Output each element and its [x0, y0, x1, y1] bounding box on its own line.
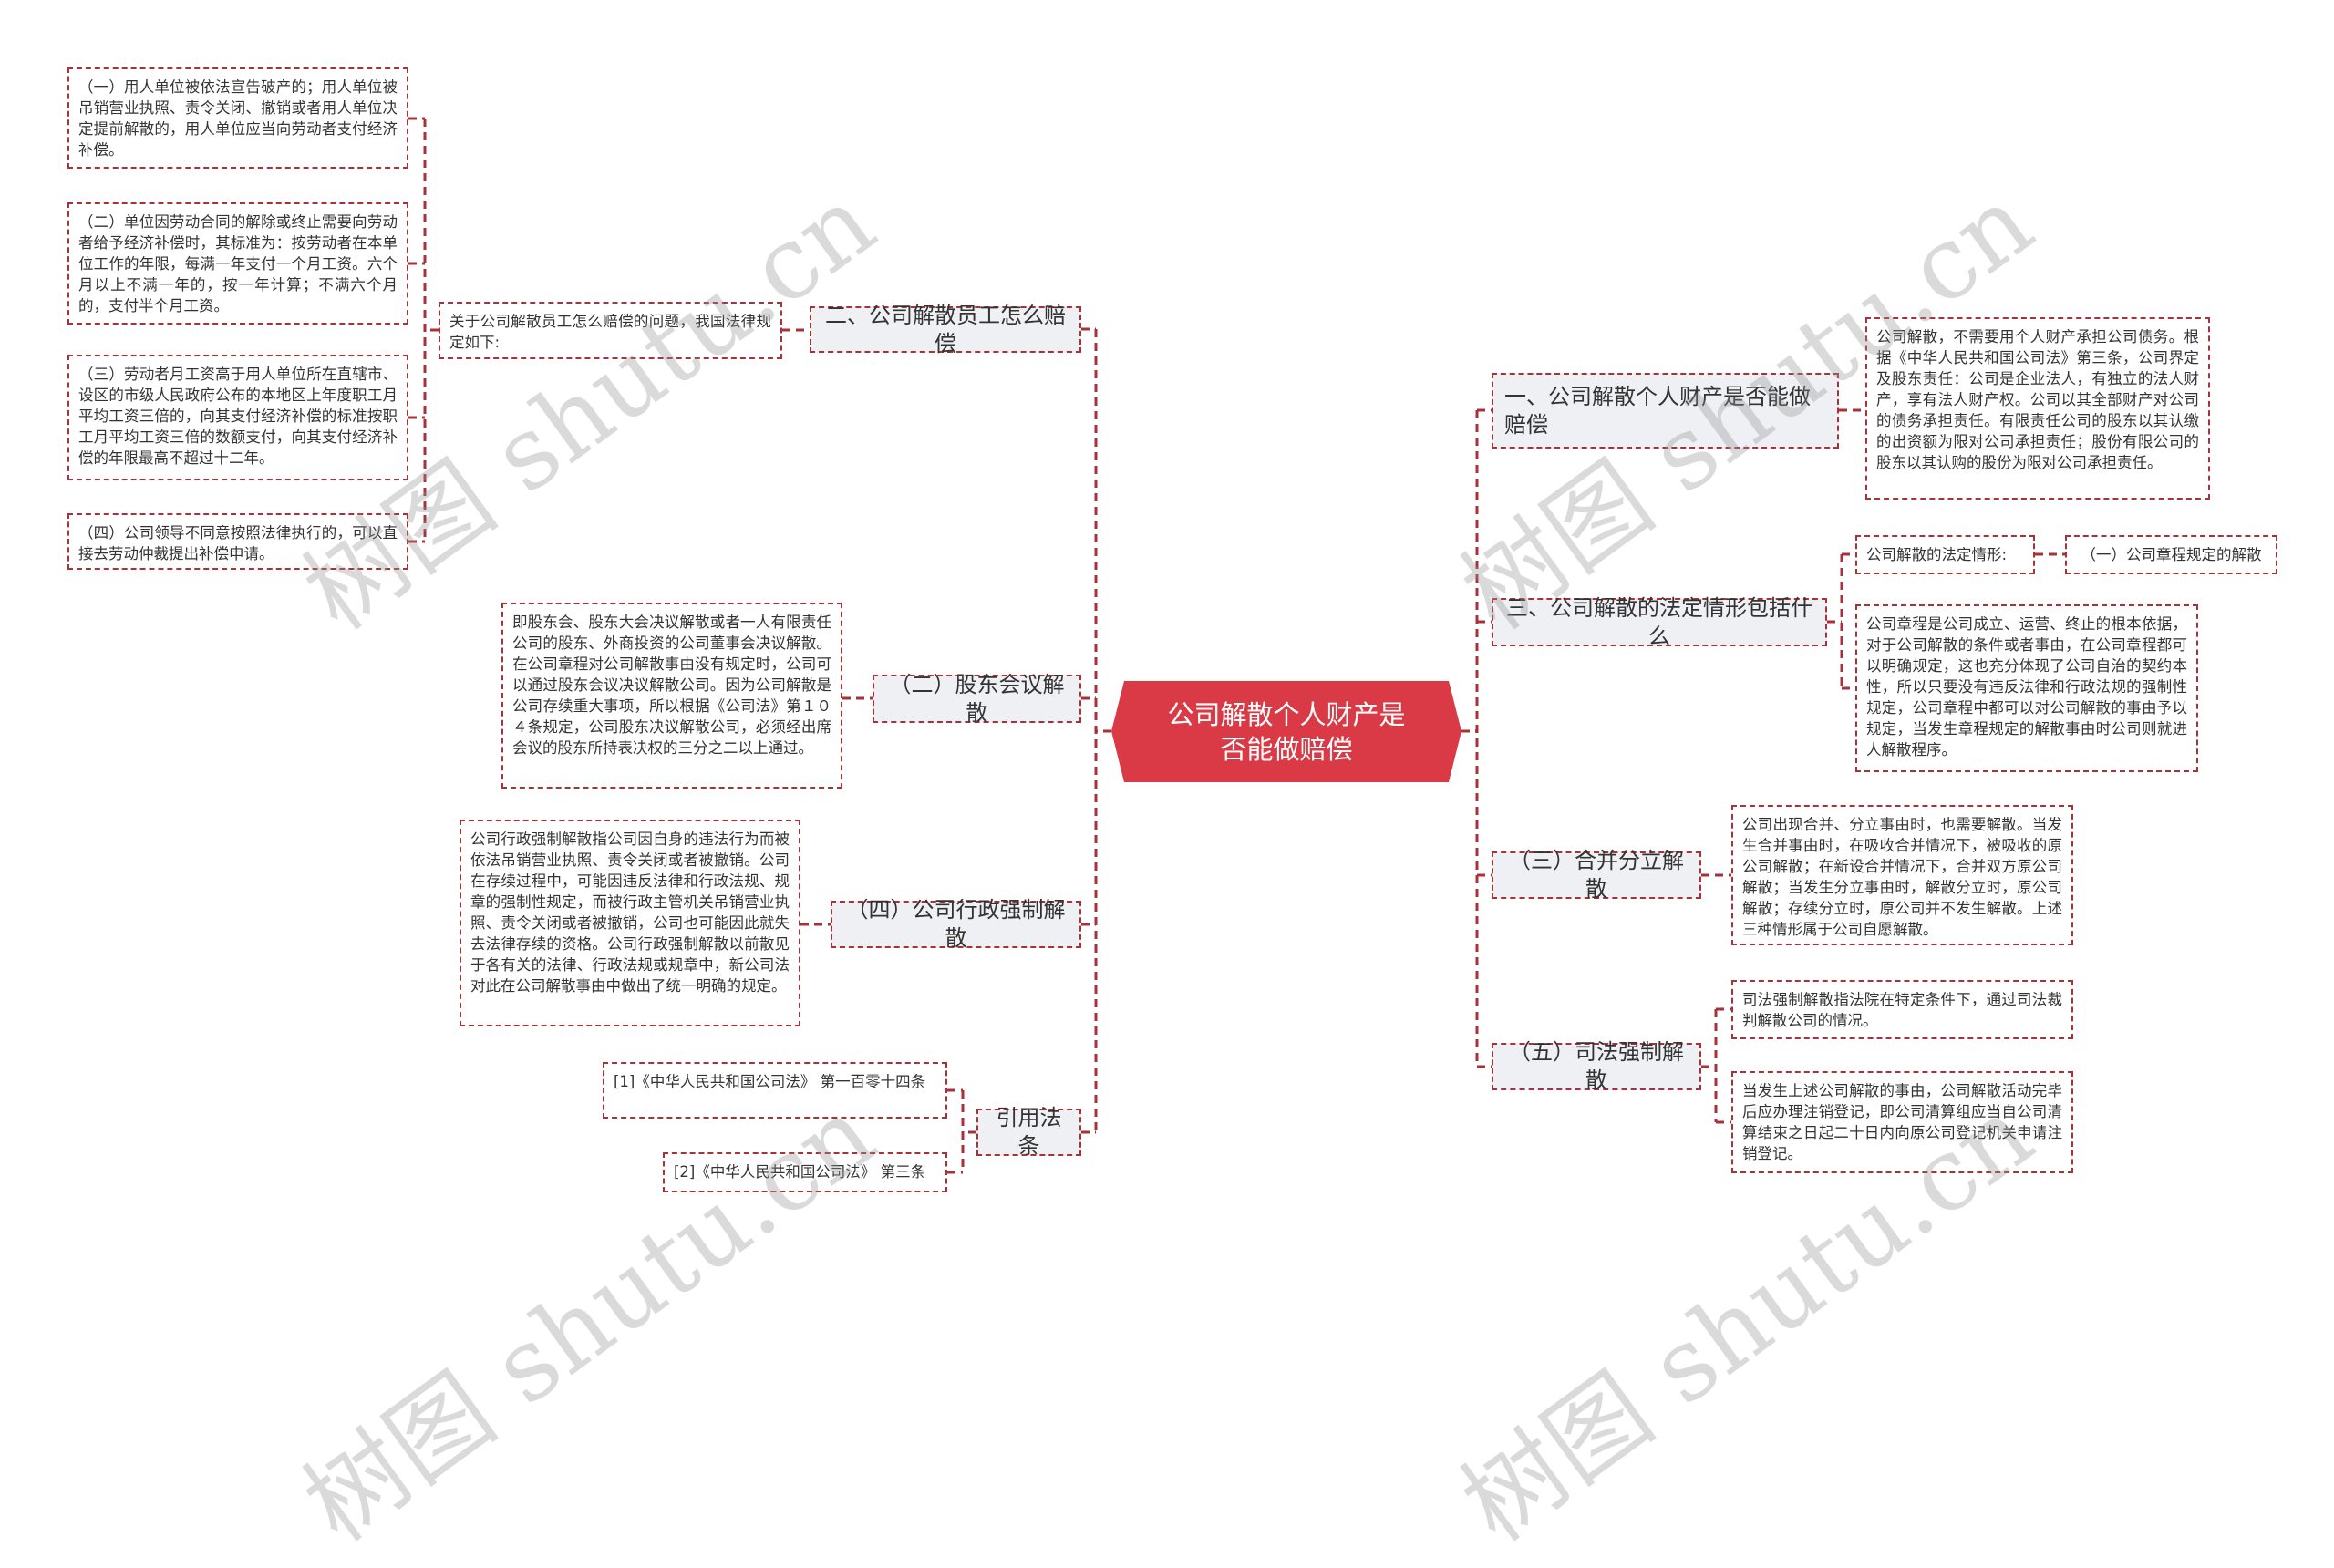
judicial-detail-1[interactable]: 司法强制解散指法院在特定条件下，通过司法裁判解散公司的情况。	[1731, 980, 2073, 1039]
topic-personal-property[interactable]: 一、公司解散个人财产是否能做赔偿	[1492, 373, 1839, 449]
leaf-text: 即股东会、股东大会决议解散或者一人有限责任公司的股东、外商投资的公司董事会决议解…	[512, 614, 831, 757]
citation-2[interactable]: [2]《中华人民共和国公司法》 第三条	[663, 1152, 947, 1192]
topic-label: （三）合并分立解散	[1509, 848, 1684, 902]
compensation-item-1[interactable]: （一）用人单位被依法宣告破产的；用人单位被吊销营业执照、责令关闭、撤销或者用人单…	[67, 67, 408, 169]
topic-label: 三、公司解散的法定情形包括什么	[1506, 594, 1812, 649]
topic-label: （四）公司行政强制解散	[846, 897, 1066, 951]
merger-detail[interactable]: 公司出现合并、分立事由时，也需要解散。当发生合并事由时，在吸收合并情况下，被吸收…	[1731, 805, 2073, 945]
administrative-detail[interactable]: 公司行政强制解散指公司因自身的违法行为而被依法吊销营业执照、责令关闭或者被撤销。…	[460, 820, 800, 1026]
leaf-text: [1]《中华人民共和国公司法》 第一百零十四条	[614, 1073, 926, 1090]
compensation-intro[interactable]: 关于公司解散员工怎么赔偿的问题，我国法律规定如下:	[439, 302, 782, 359]
topic-merger-division[interactable]: （三）合并分立解散	[1492, 848, 1701, 902]
statutory-detail[interactable]: 公司章程是公司成立、运营、终止的根本依据，对于公司解散的条件或者事由，在公司章程…	[1855, 604, 2198, 772]
leaf-text: 公司解散，不需要用个人财产承担公司债务。根据《中华人民共和国公司法》第三条，公司…	[1876, 328, 2199, 471]
compensation-item-4[interactable]: （四）公司领导不同意按照法律执行的，可以直接去劳动仲裁提出补偿申请。	[67, 513, 408, 570]
topic-citations[interactable]: 引用法条	[976, 1105, 1081, 1159]
leaf-text: 公司行政强制解散指公司因自身的违法行为而被依法吊销营业执照、责令关闭或者被撤销。…	[470, 830, 790, 995]
topic-label: 二、公司解散员工怎么赔偿	[825, 302, 1066, 356]
compensation-item-2[interactable]: （二）单位因劳动合同的解除或终止需要向劳动者给予经济补偿时，其标准为：按劳动者在…	[67, 202, 408, 325]
leaf-text: （四）公司领导不同意按照法律执行的，可以直接去劳动仲裁提出补偿申请。	[78, 524, 398, 562]
citation-1[interactable]: [1]《中华人民共和国公司法》 第一百零十四条	[603, 1062, 947, 1119]
topic-label: （二）股东会议解散	[889, 671, 1065, 726]
topic-compensation[interactable]: 二、公司解散员工怎么赔偿	[810, 303, 1081, 356]
leaf-text: 司法强制解散指法院在特定条件下，通过司法裁判解散公司的情况。	[1742, 991, 2062, 1029]
topic-administrative-dissolution[interactable]: （四）公司行政强制解散	[831, 897, 1081, 951]
leaf-text: （一）用人单位被依法宣告破产的；用人单位被吊销营业执照、责令关闭、撤销或者用人单…	[78, 78, 398, 159]
root-topic[interactable]: 公司解散个人财产是否能做赔偿	[1111, 681, 1461, 782]
leaf-text: （三）劳动者月工资高于用人单位所在直辖市、设区的市级人民政府公布的本地区上年度职…	[78, 366, 398, 467]
statutory-sub-label[interactable]: 公司解散的法定情形:	[1855, 535, 2035, 574]
statutory-sub-child[interactable]: （一）公司章程规定的解散	[2065, 535, 2277, 574]
judicial-detail-2[interactable]: 当发生上述公司解散的事由，公司解散活动完毕后应办理注销登记，即公司清算组应当自公…	[1731, 1071, 2073, 1173]
leaf-text: （二）单位因劳动合同的解除或终止需要向劳动者给予经济补偿时，其标准为：按劳动者在…	[78, 213, 398, 315]
topic-judicial-dissolution[interactable]: （五）司法强制解散	[1492, 1039, 1701, 1093]
compensation-item-3[interactable]: （三）劳动者月工资高于用人单位所在直辖市、设区的市级人民政府公布的本地区上年度职…	[67, 355, 408, 480]
personal-property-detail[interactable]: 公司解散，不需要用个人财产承担公司债务。根据《中华人民共和国公司法》第三条，公司…	[1865, 317, 2210, 500]
leaf-text: 公司章程是公司成立、运营、终止的根本依据，对于公司解散的条件或者事由，在公司章程…	[1866, 615, 2187, 758]
leaf-text: 当发生上述公司解散的事由，公司解散活动完毕后应办理注销登记，即公司清算组应当自公…	[1742, 1082, 2062, 1162]
topic-label: 引用法条	[996, 1105, 1062, 1159]
topic-statutory-circumstances[interactable]: 三、公司解散的法定情形包括什么	[1492, 595, 1827, 649]
leaf-text: 公司解散的法定情形:	[1866, 546, 2008, 563]
topic-label: （五）司法强制解散	[1509, 1039, 1684, 1093]
leaf-text: [2]《中华人民共和国公司法》 第三条	[674, 1163, 926, 1181]
topic-label: 一、公司解散个人财产是否能做赔偿	[1504, 383, 1811, 438]
mindmap-canvas: 公司解散个人财产是否能做赔偿 二、公司解散员工怎么赔偿 关于公司解散员工怎么赔偿…	[0, 0, 2334, 1563]
topic-shareholder-dissolution[interactable]: （二）股东会议解散	[873, 672, 1081, 726]
root-title: 公司解散个人财产是否能做赔偿	[1167, 698, 1406, 765]
leaf-text: （一）公司章程规定的解散	[2081, 546, 2262, 563]
shareholder-detail[interactable]: 即股东会、股东大会决议解散或者一人有限责任公司的股东、外商投资的公司董事会决议解…	[501, 603, 842, 789]
leaf-text: 公司出现合并、分立事由时，也需要解散。当发生合并事由时，在吸收合并情况下，被吸收…	[1742, 816, 2062, 938]
leaf-text: 关于公司解散员工怎么赔偿的问题，我国法律规定如下:	[449, 313, 771, 351]
